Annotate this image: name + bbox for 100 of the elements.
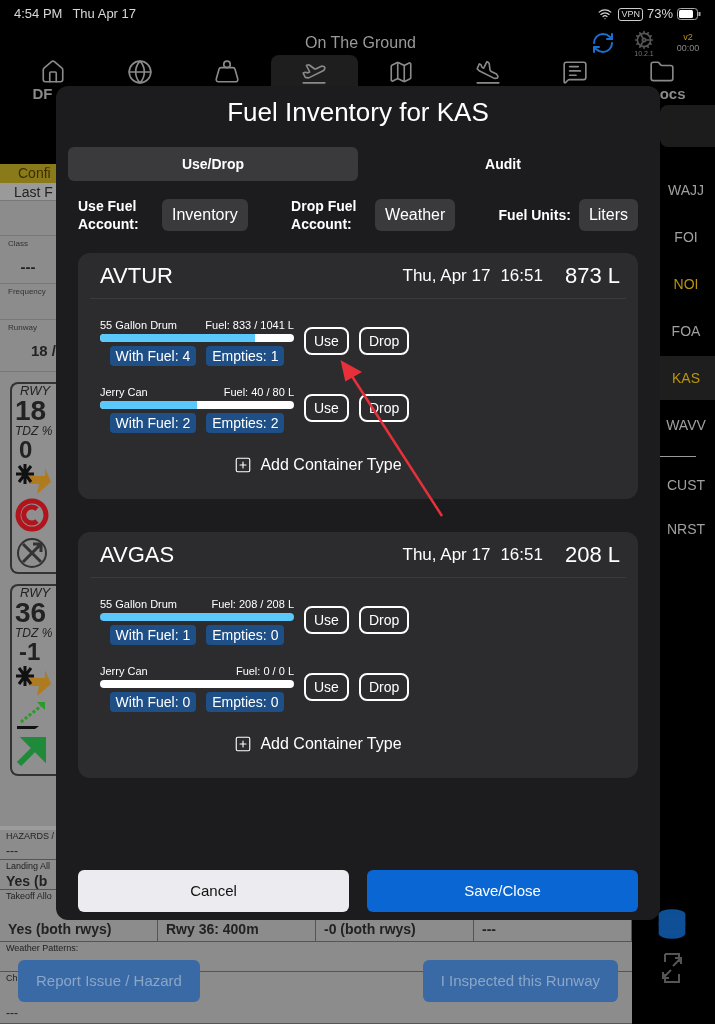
field-label: Class [8, 238, 29, 249]
table-label: Takeoff Allo [5, 890, 52, 902]
wind-arrow-icon [15, 666, 51, 696]
table-cell: --- [482, 921, 496, 937]
airport-code: NOI [672, 274, 700, 294]
container-fuel: Fuel: 0 / 0 L [235, 665, 294, 678]
fuel-time: 16:51 [500, 543, 543, 566]
table-value: --- [5, 843, 18, 859]
status-time: 4:54 PM [14, 5, 63, 24]
segment-tab[interactable]: Audit [358, 147, 648, 181]
count-badge: With Fuel: 0 [109, 692, 197, 712]
table-value: Yes (b [5, 872, 48, 890]
wind-arrow-icon [15, 464, 51, 494]
home-icon [40, 59, 67, 85]
account-label: Drop Fuel Account: [291, 197, 358, 233]
field-value: --- [19, 257, 37, 277]
cancel-button[interactable]: Cancel [78, 870, 349, 912]
count-badge: Empties: 2 [206, 413, 285, 433]
count-badge: Empties: 0 [206, 625, 285, 645]
battery-percent: 73% [646, 5, 673, 24]
tdz-label: TDZ % [15, 424, 53, 438]
runway-number: 18 [15, 398, 47, 424]
vpn-badge: VPN [618, 7, 643, 21]
use-button[interactable]: Use [304, 393, 349, 422]
save-button[interactable]: Save/Close [367, 870, 638, 912]
count-badge: With Fuel: 1 [109, 625, 197, 645]
weight-icon [214, 59, 241, 85]
field-label: Frequency [8, 286, 47, 297]
airport-code: FOI [673, 227, 699, 247]
add-icon [234, 735, 253, 753]
container-name: Jerry Can [100, 386, 148, 399]
fuel-name: AVTUR [99, 262, 173, 290]
account-picker[interactable]: Liters [578, 199, 638, 231]
table-label: Weather Patterns: [5, 942, 79, 954]
message-icon [561, 59, 588, 85]
nav-tab-label: DF [32, 85, 53, 103]
container-name: 55 Gallon Drum [100, 319, 178, 332]
screen-title: On The Ground [305, 33, 416, 53]
fuel-name: AVGAS [99, 541, 175, 569]
airport-code: KAS [671, 368, 701, 388]
fuel-total: 873 L [564, 262, 621, 290]
diagonal-arrow-icon [15, 734, 49, 768]
runway-label: RWY [19, 586, 51, 600]
drop-button[interactable]: Drop [358, 672, 410, 701]
count-badge: With Fuel: 2 [109, 413, 197, 433]
account-label: Use Fuel Account: [78, 197, 140, 233]
container-name: Jerry Can [100, 665, 148, 678]
wifi-icon [598, 7, 613, 21]
map-icon [387, 59, 414, 85]
table-cell: Yes (both rwys) [8, 921, 112, 937]
table-value: --- [5, 1005, 18, 1021]
fuel-time: 16:51 [500, 264, 543, 287]
tdz-value: 0 [18, 438, 33, 462]
count-badge: With Fuel: 4 [109, 346, 197, 366]
add-container-link[interactable]: Add Container Type [260, 453, 402, 477]
account-picker[interactable]: Weather [375, 199, 456, 231]
status-date: Thu Apr 17 [72, 5, 137, 24]
dialog-title: Fuel Inventory for KAS [226, 96, 490, 128]
plane-landing-icon [474, 59, 501, 85]
drop-button[interactable]: Drop [358, 605, 410, 634]
airport-code: FOA [670, 321, 702, 341]
confirm-banner: Confi [0, 164, 56, 183]
last-label: Last F [0, 183, 56, 201]
runway-label: RWY [19, 384, 51, 398]
table-label: Landing All [5, 860, 51, 872]
add-container-link[interactable]: Add Container Type [260, 732, 402, 756]
nav-tab[interactable]: DF [10, 55, 97, 103]
table-cell: -0 (both rwys) [324, 921, 416, 937]
table-label: HAZARDS / [5, 830, 54, 842]
nav-tab[interactable]: ocs [618, 55, 705, 103]
settings-icon[interactable] [634, 29, 654, 50]
account-picker[interactable]: Inventory [162, 199, 248, 231]
nav-tab-label: ocs [659, 85, 686, 103]
airport-code: WAJJ [666, 180, 705, 200]
use-button[interactable]: Use [304, 326, 349, 355]
use-button[interactable]: Use [304, 672, 349, 701]
tdz-value: -1 [18, 640, 41, 664]
tdz-label: TDZ % [15, 626, 53, 640]
segment-tab[interactable]: Use/Drop [68, 147, 358, 181]
drop-button[interactable]: Drop [358, 326, 410, 355]
airport-code: WAVV [665, 415, 707, 435]
fuel-total: 208 L [564, 541, 621, 569]
battery-icon [677, 8, 701, 20]
count-badge: Empties: 0 [206, 692, 285, 712]
use-button[interactable]: Use [304, 605, 349, 634]
runway-number: 36 [15, 600, 47, 626]
container-fuel: Fuel: 40 / 80 L [223, 386, 294, 399]
field-value: 18 / [29, 341, 56, 361]
sync-icon[interactable] [591, 31, 615, 55]
container-fuel: Fuel: 208 / 208 L [211, 598, 294, 611]
timer-label: 00:00 [676, 43, 700, 54]
container-fuel: Fuel: 833 / 1041 L [205, 319, 294, 332]
fuel-date: Thu, Apr 17 [402, 264, 491, 287]
table-label: Ch [5, 972, 18, 984]
table-cell: Rwy 36: 400m [166, 921, 259, 937]
container-name: 55 Gallon Drum [100, 598, 178, 611]
version-label: v2 [683, 32, 693, 43]
closed-sign-icon [15, 498, 49, 532]
fuel-date: Thu, Apr 17 [402, 543, 491, 566]
count-badge: Empties: 1 [206, 346, 285, 366]
